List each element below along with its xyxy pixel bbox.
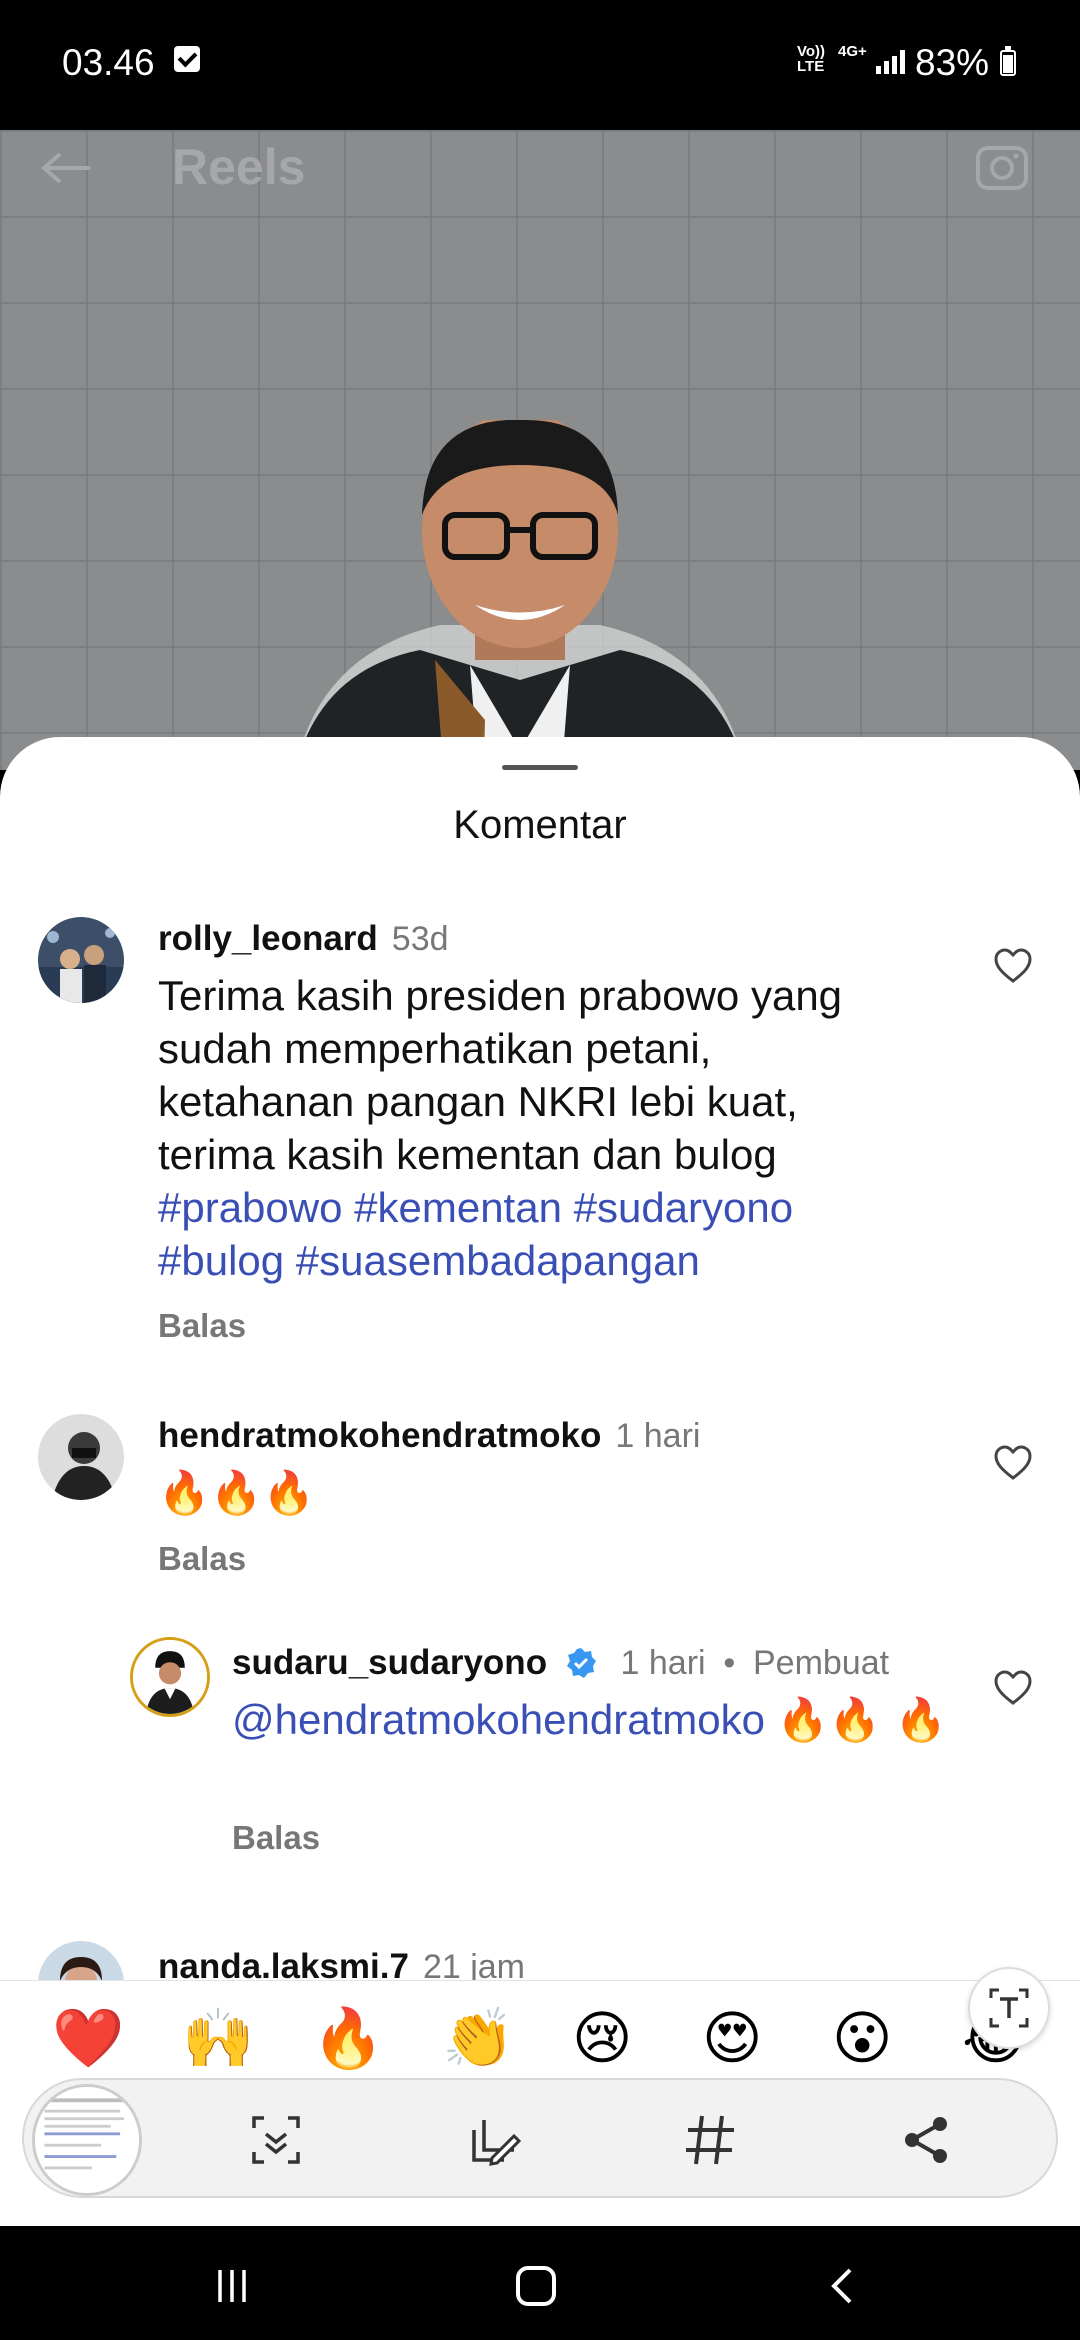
username-text[interactable]: sudaru_sudaryono (232, 1643, 547, 1682)
emoji-fire[interactable]: 🔥 (312, 2003, 384, 2073)
comment-body: Terima kasih presiden prabowo yang sudah… (158, 972, 843, 1178)
emoji-crying[interactable]: 😢 (572, 2003, 632, 2073)
verified-badge-icon (566, 1648, 596, 1678)
emoji-heart[interactable]: ❤️ (52, 2003, 124, 2073)
scroll-capture-icon[interactable] (246, 2110, 306, 2170)
username-text[interactable]: hendratmokohendratmoko (158, 1416, 601, 1455)
reels-title: Reels (172, 139, 306, 195)
sheet-title: Komentar (453, 803, 627, 847)
emoji-heart-eyes[interactable]: 😍 (702, 2003, 762, 2073)
comment-text: @hendratmokohendratmoko 🔥🔥 🔥 (232, 1693, 952, 1746)
comment-hashtags[interactable]: #prabowo #kementan #sudaryono #bulog #su… (158, 1184, 793, 1284)
comment-username[interactable]: hendratmokohendratmoko 1 hari (158, 1416, 700, 1456)
reel-video-background (0, 130, 1080, 770)
status-time: 03.46 (62, 42, 155, 83)
comment-text: Terima kasih presiden prabowo yang sudah… (158, 969, 918, 1287)
comment-time: 53d (391, 920, 449, 958)
text-extract-button[interactable] (968, 1967, 1050, 2049)
like-heart-icon[interactable] (993, 1669, 1033, 1707)
toolbar-spacer (0, 2210, 1080, 2224)
like-heart-icon[interactable] (993, 1444, 1033, 1482)
mention-link[interactable]: @hendratmokohendratmoko (232, 1696, 765, 1743)
comment-text: 🔥🔥🔥 (158, 1468, 315, 1517)
username-text[interactable]: rolly_leonard (158, 919, 378, 958)
battery-percent: 83% (915, 42, 990, 83)
avatar[interactable] (38, 1414, 124, 1500)
status-bar: 03.46 Vo)) LTE 4G+ 83% (0, 0, 1080, 130)
sheet-drag-handle[interactable] (502, 765, 578, 770)
reply-button[interactable]: Balas (232, 1819, 320, 1857)
reel-person-image (295, 420, 745, 770)
comment-time: 1 hari (615, 1417, 701, 1455)
emoji-clap[interactable]: 👏 (442, 2003, 514, 2073)
avatar[interactable] (38, 917, 124, 1003)
screenshot-thumbnail[interactable] (32, 2084, 142, 2196)
reply-button[interactable]: Balas (158, 1307, 246, 1345)
emoji-raised-hands[interactable]: 🙌 (182, 2003, 254, 2073)
signal-icon (876, 50, 906, 74)
comment-username[interactable]: sudaru_sudaryono 1 hari • Pembuat (232, 1643, 889, 1683)
back-arrow-icon[interactable] (40, 150, 92, 186)
dot-separator: • (723, 1644, 736, 1682)
comment-time: 1 hari (620, 1644, 706, 1682)
share-icon[interactable] (896, 2110, 956, 2170)
home-button-icon[interactable] (516, 2266, 556, 2306)
notification-check-icon (174, 46, 200, 72)
reply-button[interactable]: Balas (158, 1540, 246, 1578)
battery-icon (1000, 46, 1016, 76)
volte-indicator: Vo)) LTE (797, 43, 826, 75)
comment-body: 🔥🔥 🔥 (776, 1695, 947, 1744)
system-navigation-bar (0, 2226, 1080, 2340)
edit-icon[interactable] (464, 2110, 524, 2170)
like-heart-icon[interactable] (993, 947, 1033, 985)
emoji-surprised[interactable]: 😮 (832, 2003, 892, 2073)
text-extract-icon (989, 1988, 1029, 2028)
network-type-indicator: 4G+ (838, 43, 867, 60)
recent-apps-icon[interactable] (214, 2268, 250, 2304)
back-icon[interactable] (822, 2266, 862, 2306)
hashtag-icon[interactable] (680, 2110, 740, 2170)
comment-username[interactable]: rolly_leonard 53d (158, 919, 449, 959)
camera-icon[interactable] (974, 138, 1030, 194)
screenshot-toolbar (22, 2078, 1058, 2198)
creator-label: Pembuat (752, 1644, 890, 1682)
creator-avatar[interactable] (130, 1637, 210, 1717)
